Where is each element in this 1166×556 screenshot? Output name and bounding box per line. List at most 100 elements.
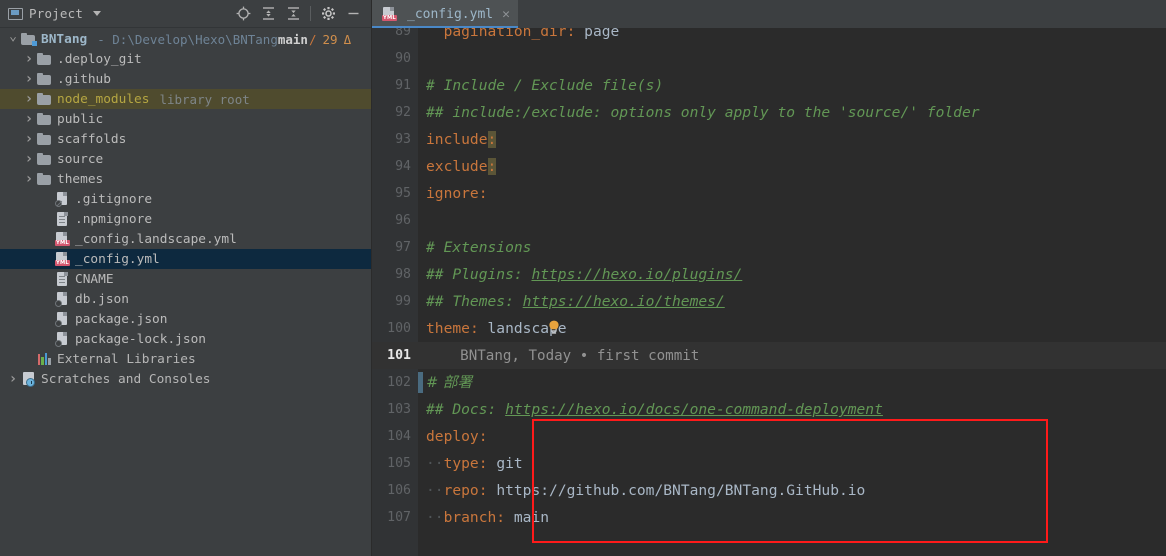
line-number[interactable]: 90 <box>395 45 411 72</box>
tree-item-gitignore[interactable]: .gitignore <box>0 189 371 209</box>
tree-item-scaffolds[interactable]: scaffolds <box>0 129 371 149</box>
line-number-gutter[interactable]: 89 90 91 92 93 94 95 96 97 98 99 100 101 102 103 104 105… <box>372 28 418 556</box>
tree-item-suffix: library root <box>159 91 250 107</box>
code-line-94[interactable]: exclude: <box>418 153 1166 180</box>
chevron-right-icon[interactable] <box>6 371 20 387</box>
editor-tab-bar: YML _config.yml ✕ <box>372 0 1166 28</box>
chevron-right-icon[interactable] <box>22 131 36 147</box>
line-number[interactable]: 107 <box>387 504 411 531</box>
project-panel-header[interactable]: Project <box>8 6 102 21</box>
code-token: ·· <box>426 455 444 472</box>
code-line-102[interactable]: # 部署 <box>418 369 1166 396</box>
code-line-95[interactable]: ignore: <box>418 180 1166 207</box>
tree-item-package-lock-json[interactable]: package-lock.json <box>0 329 371 349</box>
tree-item-npmignore[interactable]: .npmignore <box>0 209 371 229</box>
code-token: ignore <box>426 185 479 202</box>
code-line-107[interactable]: ··branch: main <box>418 504 1166 531</box>
select-opened-file-icon[interactable] <box>231 3 255 25</box>
line-number[interactable]: 105 <box>387 450 411 477</box>
code-line-101[interactable]: BNTang, Today • first commit <box>418 342 1166 369</box>
code-line-99[interactable]: ## Themes: https://hexo.io/themes/ <box>418 288 1166 315</box>
line-number[interactable]: 100 <box>387 315 411 342</box>
code-line-98[interactable]: ## Plugins: https://hexo.io/plugins/ <box>418 261 1166 288</box>
code-line-97[interactable]: # Extensions <box>418 234 1166 261</box>
tree-item-label: _config.landscape.yml <box>75 231 237 247</box>
line-number[interactable]: 96 <box>395 207 411 234</box>
tree-item-label: scaffolds <box>57 131 127 147</box>
code-token: ·· <box>426 509 444 526</box>
tree-item-cname[interactable]: CNAME <box>0 269 371 289</box>
tree-item-config-landscape-yml[interactable]: YML _config.landscape.yml <box>0 229 371 249</box>
collapse-all-icon[interactable] <box>281 3 305 25</box>
chevron-right-icon[interactable] <box>22 71 36 87</box>
tree-item-deploy-git[interactable]: .deploy_git <box>0 49 371 69</box>
expand-all-icon[interactable] <box>256 3 280 25</box>
git-branch-label[interactable]: main <box>278 32 308 47</box>
code-line-103[interactable]: ## Docs: https://hexo.io/docs/one-comman… <box>418 396 1166 423</box>
line-number[interactable]: 106 <box>387 477 411 504</box>
tree-item-label: node_modules <box>57 91 150 107</box>
code-line-104[interactable]: deploy: <box>418 423 1166 450</box>
gear-icon[interactable] <box>316 3 340 25</box>
project-panel-title: Project <box>29 6 84 21</box>
chevron-right-icon[interactable] <box>22 171 36 187</box>
tree-item-label: .github <box>57 71 111 87</box>
line-number[interactable]: 97 <box>395 234 411 261</box>
code-line-90[interactable] <box>418 45 1166 72</box>
tree-item-scratches-and-consoles[interactable]: Scratches and Consoles <box>0 369 371 389</box>
changed-file-count: 29 <box>322 31 338 47</box>
tree-item-label: .gitignore <box>75 191 153 207</box>
chevron-right-icon[interactable] <box>22 151 36 167</box>
code-line-106[interactable]: ··repo: https://github.com/BNTang/BNTang… <box>418 477 1166 504</box>
code-line-96[interactable] <box>418 207 1166 234</box>
chevron-down-icon[interactable] <box>93 11 102 16</box>
tree-item-public[interactable]: public <box>0 109 371 129</box>
code-token: main <box>505 509 550 526</box>
code-line-93[interactable]: include: <box>418 126 1166 153</box>
line-number[interactable]: 95 <box>395 180 411 207</box>
tree-item-config-yml[interactable]: YML _config.yml <box>0 249 371 269</box>
tab-bar-empty-space <box>517 0 1166 28</box>
code-line-100[interactable]: theme: landscape <box>418 315 1166 342</box>
close-icon[interactable]: ✕ <box>502 8 510 21</box>
line-number[interactable]: 104 <box>387 423 411 450</box>
lightbulb-icon[interactable] <box>548 320 560 336</box>
line-number[interactable]: 102 <box>387 369 411 396</box>
chevron-right-icon[interactable] <box>22 91 36 107</box>
code-token: ·· <box>426 482 444 499</box>
chevron-right-icon[interactable] <box>22 51 36 67</box>
line-number[interactable]: 89 <box>395 28 411 45</box>
code-token: : <box>487 158 497 175</box>
line-number[interactable]: 101 <box>387 342 411 369</box>
code-content[interactable]: pagination_dir: page # Include / Exclude … <box>418 28 1166 556</box>
code-line-91[interactable]: # Include / Exclude file(s) <box>418 72 1166 99</box>
chevron-right-icon[interactable] <box>22 111 36 127</box>
tree-item-package-json[interactable]: package.json <box>0 309 371 329</box>
line-number[interactable]: 91 <box>395 72 411 99</box>
chevron-down-icon[interactable] <box>6 35 20 43</box>
project-file-tree[interactable]: BNTang - D:\Develop\Hexo\BNTangmain/ 29 Δ .d… <box>0 28 371 556</box>
line-number[interactable]: 93 <box>395 126 411 153</box>
code-token: theme <box>426 320 470 337</box>
line-number[interactable]: 99 <box>395 288 411 315</box>
tree-item-source[interactable]: source <box>0 149 371 169</box>
tree-item-themes[interactable]: themes <box>0 169 371 189</box>
line-number[interactable]: 103 <box>387 396 411 423</box>
line-number[interactable]: 94 <box>395 153 411 180</box>
line-number[interactable]: 98 <box>395 261 411 288</box>
tree-item-node-modules[interactable]: node_modules library root <box>0 89 371 109</box>
code-editor-surface[interactable]: 89 90 91 92 93 94 95 96 97 98 99 100 101 102 103 104 105… <box>372 28 1166 556</box>
tree-item-label: CNAME <box>75 271 114 287</box>
tree-item-github[interactable]: .github <box>0 69 371 89</box>
code-line-92[interactable]: ## include:/exclude: options only apply … <box>418 99 1166 126</box>
minimize-icon[interactable] <box>341 3 365 25</box>
line-number[interactable]: 92 <box>395 99 411 126</box>
tree-item-external-libraries[interactable]: External Libraries <box>0 349 371 369</box>
code-line-89[interactable]: pagination_dir: page <box>418 28 1166 45</box>
tree-root-bntang[interactable]: BNTang - D:\Develop\Hexo\BNTangmain/ 29 Δ <box>0 29 371 49</box>
folder-icon <box>36 172 53 186</box>
tree-item-db-json[interactable]: db.json <box>0 289 371 309</box>
vcs-change-marker[interactable] <box>418 372 423 393</box>
code-line-105[interactable]: ··type: git <box>418 450 1166 477</box>
editor-tab-config-yml[interactable]: YML _config.yml ✕ <box>372 0 518 28</box>
